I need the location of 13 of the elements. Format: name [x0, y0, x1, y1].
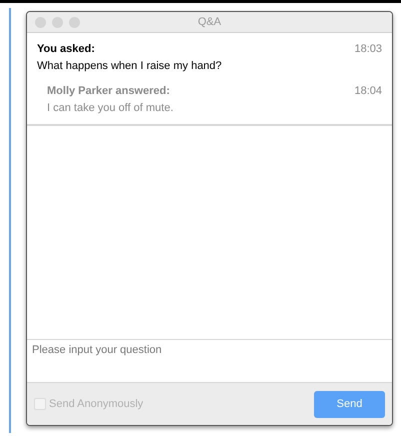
- message-heading: You asked:: [37, 42, 95, 57]
- window-control-icon[interactable]: [52, 16, 63, 28]
- window-title: Q&A: [198, 14, 222, 30]
- send-button[interactable]: Send: [314, 390, 385, 418]
- message-text: What happens when I raise my hand?: [37, 58, 223, 74]
- window-control-icon[interactable]: [69, 16, 80, 28]
- message-heading: Molly Parker answered:: [47, 84, 170, 99]
- message-text: I can take you off of mute.: [47, 100, 174, 116]
- anonymous-label: Send Anonymously: [49, 396, 144, 412]
- message-time: 18:03: [354, 42, 382, 57]
- window-control-icon[interactable]: [35, 16, 46, 28]
- question-field[interactable]: Please input your question: [27, 339, 392, 383]
- message-time: 18:04: [354, 84, 382, 99]
